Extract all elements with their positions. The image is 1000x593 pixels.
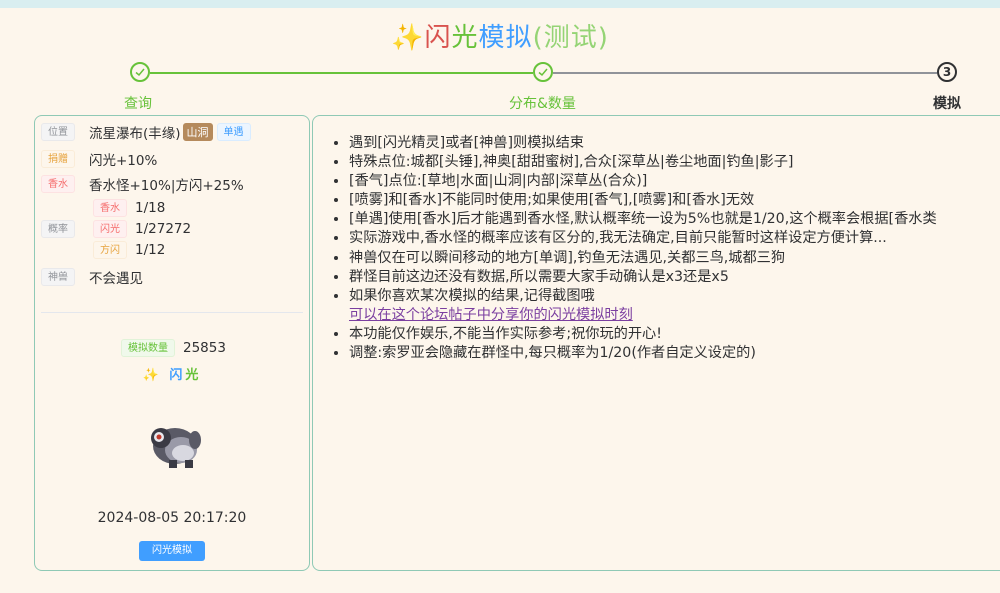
legendary-row: 神兽 不会遇见 xyxy=(41,267,143,287)
title-part-3: 模拟 xyxy=(478,23,533,53)
notes-list: 遇到[闪光精灵]或者[神兽]则模拟结束 特殊点位:城都[头锤],神奥[甜甜蜜树]… xyxy=(313,134,937,363)
single-encounter-tag: 单遇 xyxy=(216,123,251,141)
donate-text: 闪光+10% xyxy=(89,153,158,169)
step-3-label[interactable]: 模拟 xyxy=(933,93,961,113)
rate-sub-value: 1/18 xyxy=(135,200,166,216)
rate-sub-value: 1/27272 xyxy=(135,221,192,237)
step-3-circle[interactable]: 3 xyxy=(937,62,957,82)
sim-count-value: 25853 xyxy=(183,340,226,356)
rate-sub-tag: 方闪 xyxy=(93,241,127,259)
sparkle-icon: ✨ xyxy=(142,368,162,383)
legendary-tag: 神兽 xyxy=(41,268,75,286)
top-bar xyxy=(0,0,1000,8)
incense-row: 香水 香水怪+10%|方闪+25% xyxy=(41,174,244,194)
step-2-circle[interactable] xyxy=(533,62,553,82)
note-item: [单遇]使用[香水]后才能遇到香水怪,默认概率统一设为5%也就是1/20,这个概… xyxy=(349,210,937,229)
donate-tag: 捐赠 xyxy=(41,150,75,168)
incense-text: 香水怪+10%|方闪+25% xyxy=(89,178,244,194)
location-tag: 位置 xyxy=(41,123,75,141)
note-item: [香气]点位:[草地|水面|山洞|内部|深草丛(合众)] xyxy=(349,172,937,191)
divider xyxy=(41,312,303,313)
title-part-4: (测试) xyxy=(532,23,609,53)
donate-row: 捐赠 闪光+10% xyxy=(41,149,157,169)
step-line-2 xyxy=(553,72,937,74)
check-icon xyxy=(135,68,145,77)
location-row: 位置 流星瀑布(丰缘) 山洞 单遇 xyxy=(41,122,251,142)
rate-sub-incense: 香水 1/18 xyxy=(93,199,165,217)
rate-sub-square: 方闪 1/12 xyxy=(93,241,165,259)
legendary-text: 不会遇见 xyxy=(89,271,143,287)
shiny-char-2: 光 xyxy=(185,368,202,383)
note-item: 本功能仅作娱乐,不能当作实际参考;祝你玩的开心! xyxy=(349,325,937,344)
note-item-with-link: 如果你喜欢某次模拟的结果,记得截图哦 可以在这个论坛帖子中分享你的闪光模拟时刻 xyxy=(349,287,937,325)
cave-tag: 山洞 xyxy=(182,123,213,141)
timestamp: 2024-08-05 20:17:20 xyxy=(97,510,247,526)
step-2-label[interactable]: 分布&数量 xyxy=(509,93,576,113)
shiny-simulate-button[interactable]: 闪光模拟 xyxy=(139,541,205,561)
title-part-1: 闪 xyxy=(424,23,452,53)
step-1-label[interactable]: 查询 xyxy=(124,93,152,113)
note-item: 调整:索罗亚会隐藏在群怪中,每只概率为1/20(作者自定义设定的) xyxy=(349,344,937,363)
rate-sub-tag: 香水 xyxy=(93,199,127,217)
step-line-1 xyxy=(150,72,533,74)
note-item: 特殊点位:城都[头锤],神奥[甜甜蜜树],合众[深草丛|卷尘地面|钓鱼|影子] xyxy=(349,153,937,172)
incense-tag: 香水 xyxy=(41,175,75,193)
rate-tag: 概率 xyxy=(41,220,75,238)
step-1-circle[interactable] xyxy=(130,62,150,82)
notes-panel: 遇到[闪光精灵]或者[神兽]则模拟结束 特殊点位:城都[头锤],神奥[甜甜蜜树]… xyxy=(312,115,1000,571)
forum-share-link[interactable]: 可以在这个论坛帖子中分享你的闪光模拟时刻 xyxy=(349,306,937,325)
check-icon xyxy=(538,68,548,77)
sim-count-row: 模拟数量 25853 xyxy=(121,339,226,357)
rate-sub-tag: 闪光 xyxy=(93,220,127,238)
note-item: [喷雾]和[香水]不能同时使用;如果使用[香气],[喷雾]和[香水]无效 xyxy=(349,191,937,210)
note-item: 群怪目前这边还没有数据,所以需要大家手动确认是x3还是x5 xyxy=(349,268,937,287)
shiny-result: ✨ 闪光 xyxy=(35,364,309,383)
sparkle-icon: ✨ xyxy=(391,23,425,53)
sim-count-tag: 模拟数量 xyxy=(121,339,175,357)
shiny-char-1: 闪 xyxy=(169,368,186,383)
page-title: ✨闪光模拟(测试) xyxy=(0,20,1000,56)
pokemon-sprite-icon xyxy=(151,428,201,468)
step-progress: 查询 分布&数量 3 模拟 xyxy=(0,62,1000,112)
rate-sub-shiny: 闪光 1/27272 xyxy=(93,220,191,238)
rate-sub-value: 1/12 xyxy=(135,242,166,258)
note-item: 神兽仅在可以瞬间移动的地方[单调],钓鱼无法遇见,关都三鸟,城都三狗 xyxy=(349,249,937,268)
note-item: 遇到[闪光精灵]或者[神兽]则模拟结束 xyxy=(349,134,937,153)
result-panel: 位置 流星瀑布(丰缘) 山洞 单遇 捐赠 闪光+10% 香水 香水怪+10%|方… xyxy=(34,115,310,571)
rate-row: 概率 xyxy=(41,220,75,238)
location-text: 流星瀑布(丰缘) xyxy=(89,126,181,142)
note-item: 实际游戏中,香水怪的概率应该有区分的,我无法确定,目前只能暂时这样设定方便计算.… xyxy=(349,229,937,248)
title-part-2: 光 xyxy=(451,23,479,53)
note-text: 如果你喜欢某次模拟的结果,记得截图哦 xyxy=(349,287,595,304)
